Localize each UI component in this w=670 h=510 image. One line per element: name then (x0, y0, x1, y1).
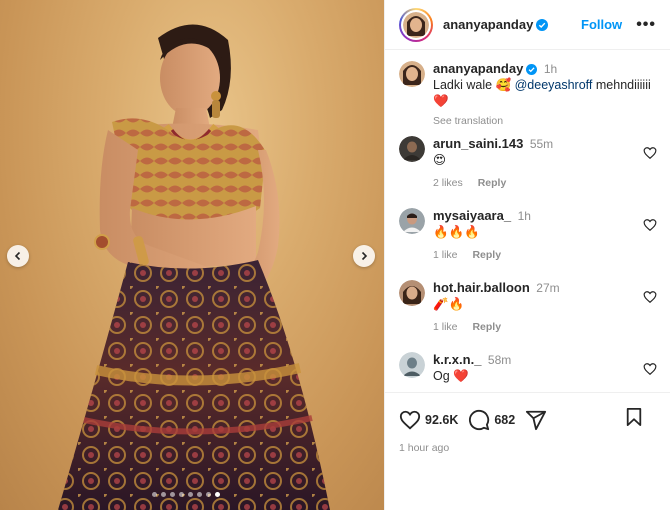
comment-button[interactable]: 682 (468, 409, 515, 431)
reply-button[interactable]: Reply (472, 249, 501, 261)
heart-icon (399, 410, 421, 429)
heart-icon[interactable] (643, 362, 657, 376)
post-photo (58, 24, 330, 510)
carousel-dot-active (215, 492, 220, 497)
comment-time: 27m (536, 281, 560, 295)
carousel-dot (197, 492, 202, 497)
caption-time: 1h (543, 62, 558, 76)
verified-badge-icon (526, 64, 538, 76)
comment-text: 🧨🔥 (433, 297, 465, 311)
avatar[interactable] (399, 280, 425, 306)
carousel-dot (161, 492, 166, 497)
carousel-dot (170, 492, 175, 497)
header-username[interactable]: ananyapanday (443, 17, 533, 32)
verified-badge-icon (536, 18, 549, 31)
comment-likes[interactable]: 2 likes (433, 177, 463, 189)
chevron-right-icon (361, 251, 368, 261)
comment-time: 55m (529, 137, 554, 151)
like-count[interactable]: 92.6K (425, 413, 458, 427)
post-header: ananyapanday Follow ••• (385, 0, 670, 50)
comments-list[interactable]: ananyapanday 1h Ladki wale 🥰 @deeyashrof… (385, 50, 670, 392)
share-button[interactable] (525, 409, 547, 431)
chevron-left-icon (14, 251, 21, 261)
caption-username[interactable]: ananyapanday (433, 61, 523, 76)
post-caption: ananyapanday 1h Ladki wale 🥰 @deeyashrof… (385, 50, 670, 129)
carousel-dot (152, 492, 157, 497)
like-button[interactable]: 92.6K (399, 409, 458, 431)
comment-count[interactable]: 682 (494, 413, 515, 427)
comment-likes[interactable]: 1 like (433, 249, 458, 261)
avatar[interactable] (399, 61, 425, 87)
save-button[interactable] (625, 407, 643, 432)
carousel-dot (179, 492, 184, 497)
comment-item: k.r.x.n._ 58m Og ❤️ (399, 352, 657, 384)
heart-icon[interactable] (643, 290, 657, 304)
avatar[interactable] (399, 352, 425, 378)
caption-mention-link[interactable]: @deeyashroff (515, 78, 593, 92)
caption-emoji: 🥰 (495, 78, 512, 92)
bookmark-icon (626, 408, 642, 426)
comment-item: hot.hair.balloon 27m 🧨🔥 1 like Reply (399, 280, 657, 335)
follow-button[interactable]: Follow (581, 17, 622, 32)
comment-username[interactable]: arun_saini.143 (433, 136, 523, 151)
caption-text-before: Ladki wale (433, 78, 496, 92)
carousel-prev-button[interactable] (7, 245, 29, 267)
comment-item: mysaiyaara_ 1h 🔥🔥🔥 1 like Reply (399, 208, 657, 263)
header-avatar[interactable] (399, 7, 433, 42)
comment-item: arun_saini.143 55m 😍 2 likes Reply (399, 136, 657, 191)
reply-button[interactable]: Reply (472, 321, 501, 333)
post-media[interactable] (0, 0, 384, 510)
heart-icon[interactable] (643, 218, 657, 232)
comment-text: 😍 (433, 153, 447, 167)
carousel-next-button[interactable] (353, 245, 375, 267)
comment-text: 🔥🔥🔥 (433, 225, 480, 239)
comment-username[interactable]: k.r.x.n._ (433, 352, 481, 367)
avatar (403, 11, 429, 38)
comment-time: 1h (517, 209, 531, 223)
post-side-panel: ananyapanday Follow ••• ananyapanday 1h … (384, 0, 670, 510)
share-icon (526, 410, 547, 430)
avatar[interactable] (399, 136, 425, 162)
heart-icon[interactable] (643, 146, 657, 160)
carousel-dots (152, 492, 220, 497)
carousel-dot (206, 492, 211, 497)
comment-username[interactable]: hot.hair.balloon (433, 280, 530, 295)
comment-text: Og ❤️ (433, 369, 469, 383)
see-translation-link[interactable]: See translation (433, 113, 651, 129)
caption-text-after: mehndiiiiii (592, 78, 651, 92)
comment-icon (469, 409, 490, 430)
avatar[interactable] (399, 208, 425, 234)
comment-username[interactable]: mysaiyaara_ (433, 208, 511, 223)
more-options-button[interactable]: ••• (636, 16, 656, 34)
comment-likes[interactable]: 1 like (433, 321, 458, 333)
post-actions: 92.6K 682 1 hour ago (385, 392, 670, 510)
carousel-dot (188, 492, 193, 497)
caption-heart-emoji: ❤️ (433, 94, 449, 108)
comment-time: 58m (487, 353, 512, 367)
post-timestamp[interactable]: 1 hour ago (399, 442, 670, 454)
reply-button[interactable]: Reply (478, 177, 507, 189)
